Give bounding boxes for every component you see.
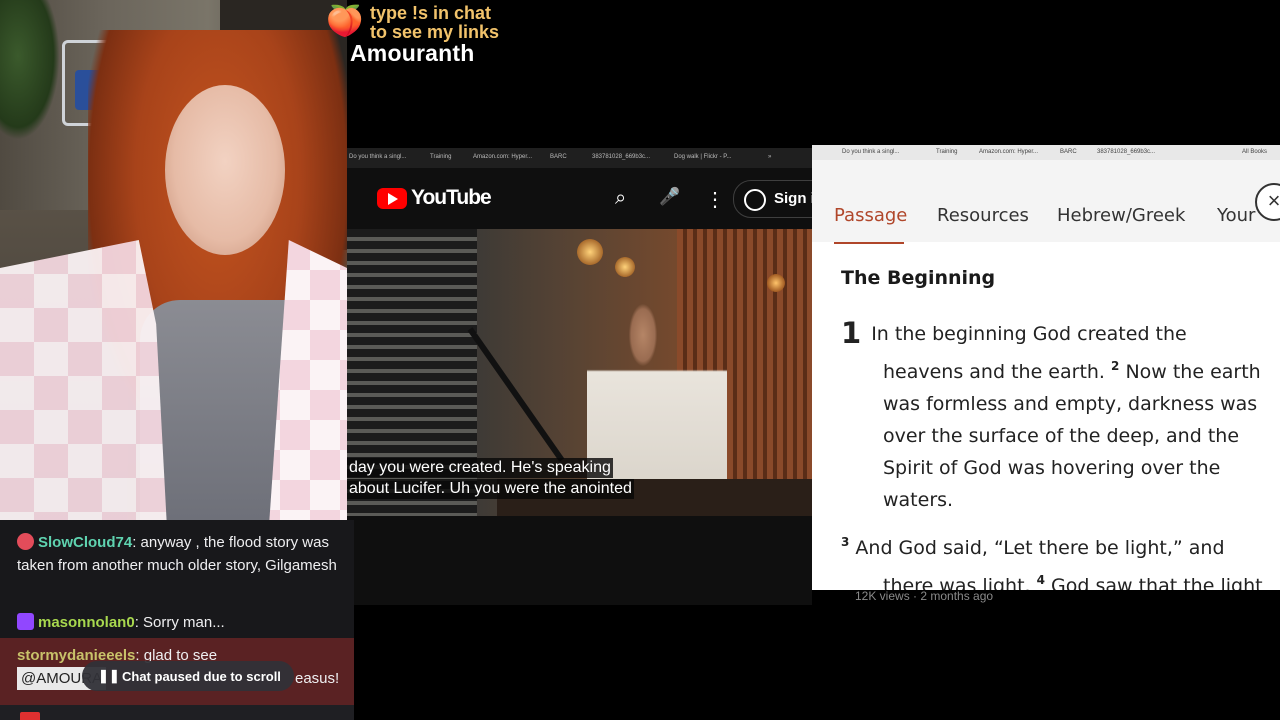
active-tab-underline [834, 242, 904, 244]
chat-paused-label: Chat paused due to scroll [122, 669, 281, 684]
chat-username[interactable]: SlowCloud74 [38, 534, 132, 551]
bookmark-item[interactable]: BARC [1060, 149, 1077, 155]
bookmarks-bar: Do you think a singl... Training Amazon.… [347, 148, 812, 168]
video-player[interactable]: day you were created. He's speaking abou… [347, 229, 812, 516]
bookmark-item[interactable]: Training [430, 154, 451, 160]
video-mic-arm [467, 327, 565, 462]
bookmark-all-books[interactable]: All Books [1242, 149, 1267, 155]
chat-paused-banner[interactable]: ❚❚ Chat paused due to scroll [82, 661, 294, 691]
bookmark-item[interactable]: Amazon.com: Hyper... [473, 154, 532, 160]
tab-passage[interactable]: Passage [834, 205, 907, 226]
sub-badge-icon [17, 613, 34, 630]
chat-text: : Sorry man... [134, 614, 225, 631]
bookmark-item[interactable]: 383781028_669b3c... [592, 154, 650, 160]
video-meta: 12K views · 2 months ago [347, 588, 812, 605]
verse-paragraph: 1 In the beginning God created the heaven… [841, 317, 1271, 516]
sign-in-button[interactable]: Sign in [733, 180, 812, 218]
bookmark-item[interactable]: Do you think a singl... [842, 149, 899, 155]
bible-window: Do you think a singl... Training Amazon.… [812, 145, 1280, 590]
peach-icon: 🍑 [326, 5, 364, 38]
tab-your[interactable]: Your [1217, 205, 1255, 226]
chat-username[interactable]: masonnolan0 [38, 614, 135, 631]
caption-line-1: day you were created. He's speaking [347, 458, 613, 478]
sign-in-label: Sign in [774, 190, 812, 207]
heart-badge-icon [17, 533, 34, 550]
more-icon[interactable]: ⋮ [705, 187, 725, 212]
passage-heading: The Beginning [841, 267, 996, 289]
chat-input-bar[interactable] [0, 705, 354, 720]
verse-number: 3 [841, 535, 850, 549]
bookmark-item[interactable]: Dog walk | Flickr - P... [674, 154, 731, 160]
links-promo: type !s in chat to see my links [370, 4, 499, 42]
passage-tabs: Passage Resources Hebrew/Greek Your [812, 160, 1280, 242]
bits-icon[interactable] [20, 712, 40, 720]
bookmarks-bar: Do you think a singl... Training Amazon.… [812, 145, 1280, 160]
youtube-brand[interactable]: YouTube [411, 186, 492, 210]
verse-number: 4 [1036, 573, 1045, 587]
youtube-window: Do you think a singl... Training Amazon.… [347, 148, 812, 605]
promo-line-1: type !s in chat [370, 3, 492, 23]
pause-icon: ❚❚ [98, 668, 120, 683]
video-lamp [767, 274, 785, 292]
account-icon [744, 189, 766, 211]
chat-message: SlowCloud74: anyway , the flood story wa… [17, 531, 337, 577]
streamer-face [165, 85, 285, 255]
tab-hebrew-greek[interactable]: Hebrew/Greek [1057, 205, 1185, 226]
youtube-logo-icon[interactable] [377, 188, 407, 209]
chat-text-tail: easus! [295, 670, 340, 687]
verse-paragraph: 3 And God said, “Let there be light,” an… [841, 526, 1271, 590]
bookmark-item[interactable]: Training [936, 149, 957, 155]
bookmark-item[interactable]: Amazon.com: Hyper... [979, 149, 1038, 155]
verse-number: 2 [1111, 359, 1120, 373]
webcam-plant [0, 0, 60, 140]
bookmark-overflow[interactable]: » [768, 154, 771, 160]
video-lamp [577, 239, 603, 265]
webcam-feed [0, 0, 347, 520]
streamer-name: Amouranth [350, 40, 475, 66]
chat-message: masonnolan0: Sorry man... [17, 611, 337, 634]
bookmark-item[interactable]: 383781028_669b3c... [1097, 149, 1155, 155]
passage-text: 1 In the beginning God created the heaven… [841, 317, 1271, 590]
verse-2: Now the earth was formless and empty, da… [883, 361, 1261, 511]
bookmark-item[interactable]: Do you think a singl... [349, 154, 406, 160]
video-views-date: 12K views · 2 months ago [855, 589, 994, 603]
tab-resources[interactable]: Resources [937, 205, 1029, 226]
mic-icon[interactable]: 🎤 [659, 187, 680, 207]
chapter-number: 1 [841, 316, 862, 350]
search-icon[interactable]: ⌕ [615, 187, 626, 210]
bookmark-item[interactable]: BARC [550, 154, 567, 160]
video-lamp [615, 257, 635, 277]
caption-line-2: about Lucifer. Uh you were the anointed [347, 479, 634, 499]
